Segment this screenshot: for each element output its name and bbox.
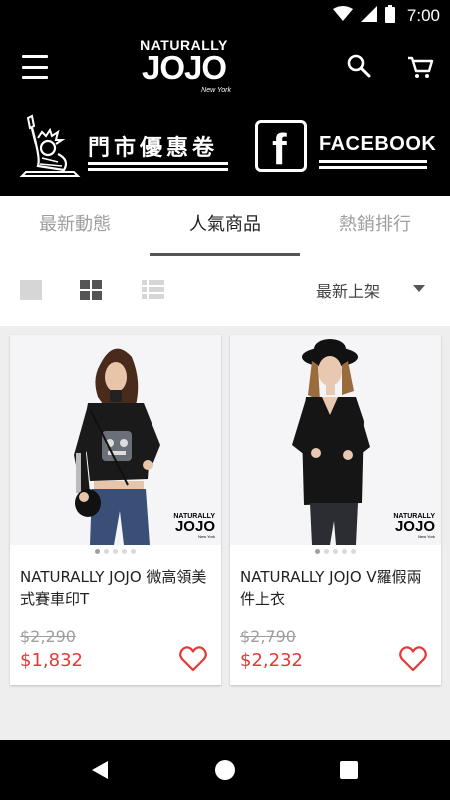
category-tabs: 最新動態 人氣商品 熱銷排行 xyxy=(0,196,450,256)
logo-sub-text: New York xyxy=(201,87,231,94)
tab-best-sellers[interactable]: 熱銷排行 xyxy=(300,196,450,256)
pager-dot[interactable] xyxy=(122,549,127,554)
wifi-icon xyxy=(332,6,353,26)
home-icon[interactable] xyxy=(215,760,235,780)
status-time: 7:00 xyxy=(406,6,440,25)
list-view-icon[interactable] xyxy=(142,280,164,300)
logo-main-text: JOJO xyxy=(141,49,227,86)
view-sort-toolbar: 最新上架 xyxy=(0,256,450,326)
pager-dot[interactable] xyxy=(315,549,320,554)
heart-icon[interactable] xyxy=(179,646,207,672)
image-pager-dots xyxy=(10,549,221,559)
original-price: $2,290 xyxy=(20,627,76,646)
pager-dot[interactable] xyxy=(113,549,118,554)
original-price: $2,790 xyxy=(240,627,296,646)
store-coupon-label: 門市優惠卷 xyxy=(88,136,219,161)
status-bar: 7:00 xyxy=(0,0,450,32)
pager-dot[interactable] xyxy=(104,549,109,554)
pager-dot[interactable] xyxy=(95,549,100,554)
cart-icon[interactable] xyxy=(405,52,435,80)
recent-apps-icon[interactable] xyxy=(340,761,358,779)
product-name[interactable]: NATURALLY JOJO V羅假兩件上衣 xyxy=(240,566,435,610)
tab-popular-products[interactable]: 人氣商品 xyxy=(150,196,300,256)
chevron-down-icon[interactable] xyxy=(413,285,425,292)
divider xyxy=(88,168,228,171)
battery-icon xyxy=(384,5,395,27)
facebook-icon: f xyxy=(255,120,307,174)
app-screen: 7:00 NATURALLY JOJO New York 門市優惠卷 f FAC… xyxy=(0,0,450,800)
pager-dot[interactable] xyxy=(324,549,329,554)
app-header: NATURALLY JOJO New York xyxy=(0,32,450,100)
divider xyxy=(319,160,427,163)
system-nav-bar xyxy=(0,740,450,800)
heart-icon[interactable] xyxy=(399,646,427,672)
pager-dot[interactable] xyxy=(351,549,356,554)
promo-banner: 門市優惠卷 f FACEBOOK xyxy=(0,100,450,196)
statue-of-liberty-icon xyxy=(19,114,81,177)
divider xyxy=(319,166,427,169)
product-card[interactable]: NATURALLY JOJO New York NATURALLY JOJO 微… xyxy=(10,335,221,685)
watermark-main: JOJO xyxy=(174,518,215,535)
store-coupon-button[interactable]: 門市優惠卷 xyxy=(18,114,233,180)
menu-icon[interactable] xyxy=(18,52,52,82)
sort-dropdown[interactable]: 最新上架 xyxy=(316,278,380,302)
pager-dot[interactable] xyxy=(342,549,347,554)
product-name[interactable]: NATURALLY JOJO 微高領美式賽車印T xyxy=(20,566,215,610)
image-watermark-logo: NATURALLY JOJO New York xyxy=(173,513,215,539)
facebook-button[interactable]: f FACEBOOK xyxy=(255,120,437,174)
sale-price: $2,232 xyxy=(240,650,303,671)
image-pager-dots xyxy=(230,549,441,559)
back-icon[interactable] xyxy=(90,759,110,781)
divider xyxy=(88,162,228,165)
pager-dot[interactable] xyxy=(131,549,136,554)
pager-dot[interactable] xyxy=(333,549,338,554)
facebook-label: FACEBOOK xyxy=(319,133,437,155)
brand-logo[interactable]: NATURALLY JOJO New York xyxy=(133,38,235,96)
signal-icon xyxy=(360,6,377,26)
single-view-icon[interactable] xyxy=(20,280,42,300)
product-grid: NATURALLY JOJO New York NATURALLY JOJO 微… xyxy=(0,326,450,740)
product-image[interactable]: NATURALLY JOJO New York xyxy=(10,335,221,545)
tab-latest-news[interactable]: 最新動態 xyxy=(0,196,150,256)
search-icon[interactable] xyxy=(345,52,373,80)
product-image[interactable]: NATURALLY JOJO New York xyxy=(230,335,441,545)
grid-view-icon[interactable] xyxy=(80,280,102,300)
product-card[interactable]: NATURALLY JOJO New York NATURALLY JOJO V… xyxy=(230,335,441,685)
watermark-main: JOJO xyxy=(394,518,435,535)
image-watermark-logo: NATURALLY JOJO New York xyxy=(393,513,435,539)
sale-price: $1,832 xyxy=(20,650,83,671)
